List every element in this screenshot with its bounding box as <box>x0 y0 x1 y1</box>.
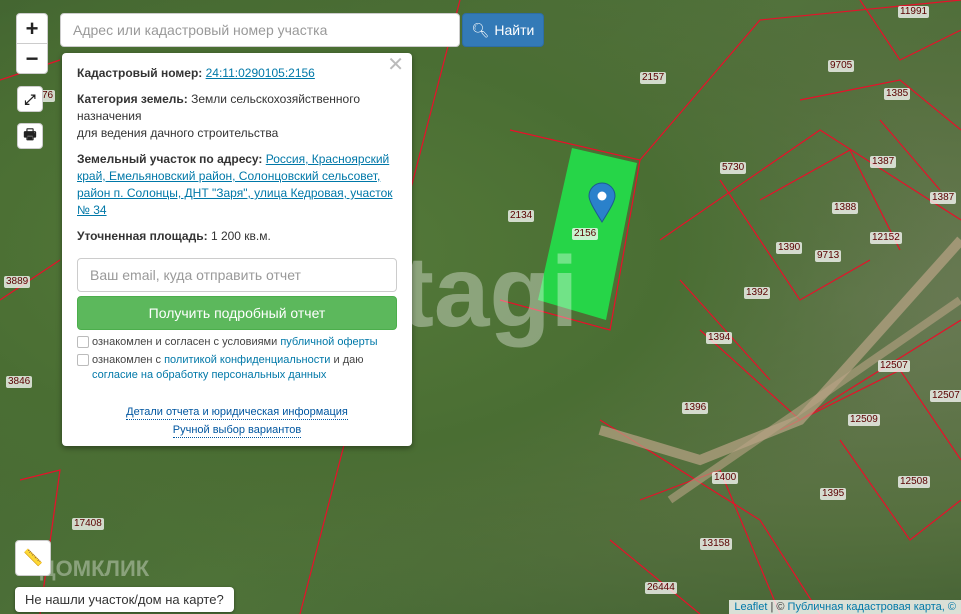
privacy-policy-link[interactable]: политикой конфиденциальности <box>164 354 330 366</box>
search-button[interactable]: 🔍︎ Найти <box>462 13 544 47</box>
parcel-label: 11991 <box>898 6 930 18</box>
report-details-link[interactable]: Детали отчета и юридическая информация <box>126 405 348 420</box>
ruler-icon: 📏 <box>23 550 43 567</box>
parcel-popup: ✕ Кадастровый номер: 24:11:0290105:2156 … <box>62 53 412 446</box>
manual-selection-link[interactable]: Ручной выбор вариантов <box>172 423 302 438</box>
consent2-text: ознакомлен с <box>92 354 165 366</box>
parcel-label: 1400 <box>712 472 739 484</box>
offer-checkbox[interactable] <box>77 336 89 348</box>
parcel-label: 13158 <box>700 538 732 550</box>
parcel-label: 1394 <box>706 332 733 344</box>
search-button-label: Найти <box>494 22 535 38</box>
parcel-label: 9713 <box>815 250 842 262</box>
parcel-label: 5730 <box>720 162 747 174</box>
parcel-label: 3846 <box>6 376 33 388</box>
parcel-label: 2134 <box>508 210 535 222</box>
area-value: 1 200 кв.м. <box>210 229 271 243</box>
attribution-separator: | © <box>767 601 788 613</box>
parcel-label: 1387 <box>930 192 957 204</box>
category-label: Категория земель: <box>77 92 188 106</box>
parcel-label: 1385 <box>884 88 911 100</box>
parcel-label: 12507 <box>930 390 961 402</box>
cadastral-number-link[interactable]: 24:11:0290105:2156 <box>206 66 315 80</box>
leaflet-link[interactable]: Leaflet <box>734 601 767 613</box>
parcel-label: 1395 <box>820 488 847 500</box>
not-found-button[interactable]: Не нашли участок/дом на карте? <box>15 587 234 612</box>
parcel-label: 1387 <box>870 156 897 168</box>
fullscreen-button[interactable]: ⤢ <box>17 86 43 112</box>
area-label: Уточненная площадь: <box>77 229 208 243</box>
printer-icon: 🖶 <box>23 126 37 142</box>
zoom-in-button[interactable]: + <box>16 13 48 44</box>
category-use: для ведения дачного строительства <box>77 126 279 140</box>
zoom-out-button[interactable]: − <box>16 43 48 74</box>
cadastral-map-link[interactable]: Публичная кадастровая карта, © <box>788 601 956 613</box>
public-offer-link[interactable]: публичной оферты <box>280 336 377 348</box>
parcel-label: 26444 <box>645 582 677 594</box>
search-input[interactable] <box>60 13 460 47</box>
parcel-label: 12508 <box>898 476 930 488</box>
print-button[interactable]: 🖶 <box>17 123 43 149</box>
privacy-checkbox[interactable] <box>77 354 89 366</box>
parcel-label: 9705 <box>828 60 855 72</box>
cadastral-label: Кадастровый номер: <box>77 66 203 80</box>
parcel-label: 1388 <box>832 202 859 214</box>
parcel-label: 12507 <box>878 360 910 372</box>
parcel-label: 1396 <box>682 402 709 414</box>
email-input[interactable] <box>77 258 397 292</box>
parcel-label: 12509 <box>848 414 880 426</box>
consent2-mid: и даю <box>330 354 364 366</box>
personal-data-consent-link[interactable]: согласие на обработку персональных данны… <box>92 369 326 381</box>
domclick-logo: ДОМКЛИК <box>40 556 150 581</box>
attribution: Leaflet | © Публичная кадастровая карта,… <box>729 600 961 614</box>
address-label: Земельный участок по адресу: <box>77 152 263 166</box>
parcel-label: 12152 <box>870 232 902 244</box>
parcel-label: 2157 <box>640 72 667 84</box>
close-icon[interactable]: ✕ <box>387 55 404 75</box>
parcel-label: 17408 <box>72 518 104 530</box>
parcel-label: 1392 <box>744 287 771 299</box>
consent1-text: ознакомлен и согласен с условиями <box>92 336 281 348</box>
expand-icon: ⤢ <box>24 90 36 107</box>
search-icon: 🔍︎ <box>471 21 490 38</box>
parcel-label: 1390 <box>776 242 803 254</box>
get-report-button[interactable]: Получить подробный отчет <box>77 296 397 330</box>
ruler-button[interactable]: 📏 <box>15 540 51 576</box>
parcel-label: 3889 <box>4 276 31 288</box>
